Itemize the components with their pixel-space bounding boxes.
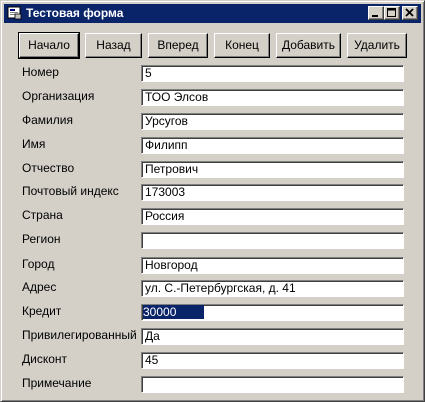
label-note: Примечание xyxy=(22,376,92,390)
last-record-button[interactable]: Конец xyxy=(214,33,270,58)
label-last-name: Фамилия xyxy=(22,113,73,127)
note-field[interactable] xyxy=(141,376,404,393)
number-field[interactable]: 5 xyxy=(141,65,404,82)
first-name-field[interactable]: Филипп xyxy=(141,137,404,154)
maximize-icon xyxy=(387,8,396,17)
label-patronymic: Отчество xyxy=(22,161,75,175)
maximize-button[interactable] xyxy=(384,6,400,20)
add-record-button[interactable]: Добавить xyxy=(276,33,341,58)
organization-field[interactable]: ТОО Элсов xyxy=(141,89,404,106)
label-credit: Кредит xyxy=(22,304,62,318)
prev-record-button[interactable]: Назад xyxy=(85,33,142,58)
label-region: Регион xyxy=(22,232,61,246)
address-field[interactable]: ул. С.-Петербургская, д. 41 xyxy=(141,280,404,297)
label-number: Номер xyxy=(22,65,59,79)
label-organization: Организация xyxy=(22,89,95,103)
last-name-field[interactable]: Урсугов xyxy=(141,113,404,130)
delete-record-button[interactable]: Удалить xyxy=(347,33,407,58)
label-address: Адрес xyxy=(22,280,57,294)
minimize-icon xyxy=(372,15,378,17)
country-field[interactable]: Россия xyxy=(141,208,404,225)
label-discount: Дисконт xyxy=(22,352,68,366)
privileged-field[interactable]: Да xyxy=(141,328,404,345)
region-field[interactable] xyxy=(141,232,404,249)
city-field[interactable]: Новгород xyxy=(141,257,404,274)
label-city: Город xyxy=(22,257,55,271)
credit-field[interactable]: 30000 xyxy=(141,304,404,321)
label-postal-code: Почтовый индекс xyxy=(22,184,119,198)
app-icon xyxy=(7,6,22,20)
form-window: Тестовая форма Начало Назад Вперед Конец… xyxy=(0,0,425,402)
title-bar[interactable]: Тестовая форма xyxy=(4,4,421,23)
postal-code-field[interactable]: 173003 xyxy=(141,184,404,201)
label-first-name: Имя xyxy=(22,137,46,151)
discount-field[interactable]: 45 xyxy=(141,352,404,369)
first-record-button[interactable]: Начало xyxy=(18,32,80,59)
label-country: Страна xyxy=(22,208,63,222)
minimize-button[interactable] xyxy=(368,6,384,20)
close-icon xyxy=(405,8,414,17)
credit-value-selected: 30000 xyxy=(143,305,205,319)
close-button[interactable] xyxy=(402,6,418,20)
patronymic-field[interactable]: Петрович xyxy=(141,161,404,178)
label-privileged: Привилегированный xyxy=(22,328,137,342)
next-record-button[interactable]: Вперед xyxy=(148,33,208,58)
window-title: Тестовая форма xyxy=(26,6,124,20)
